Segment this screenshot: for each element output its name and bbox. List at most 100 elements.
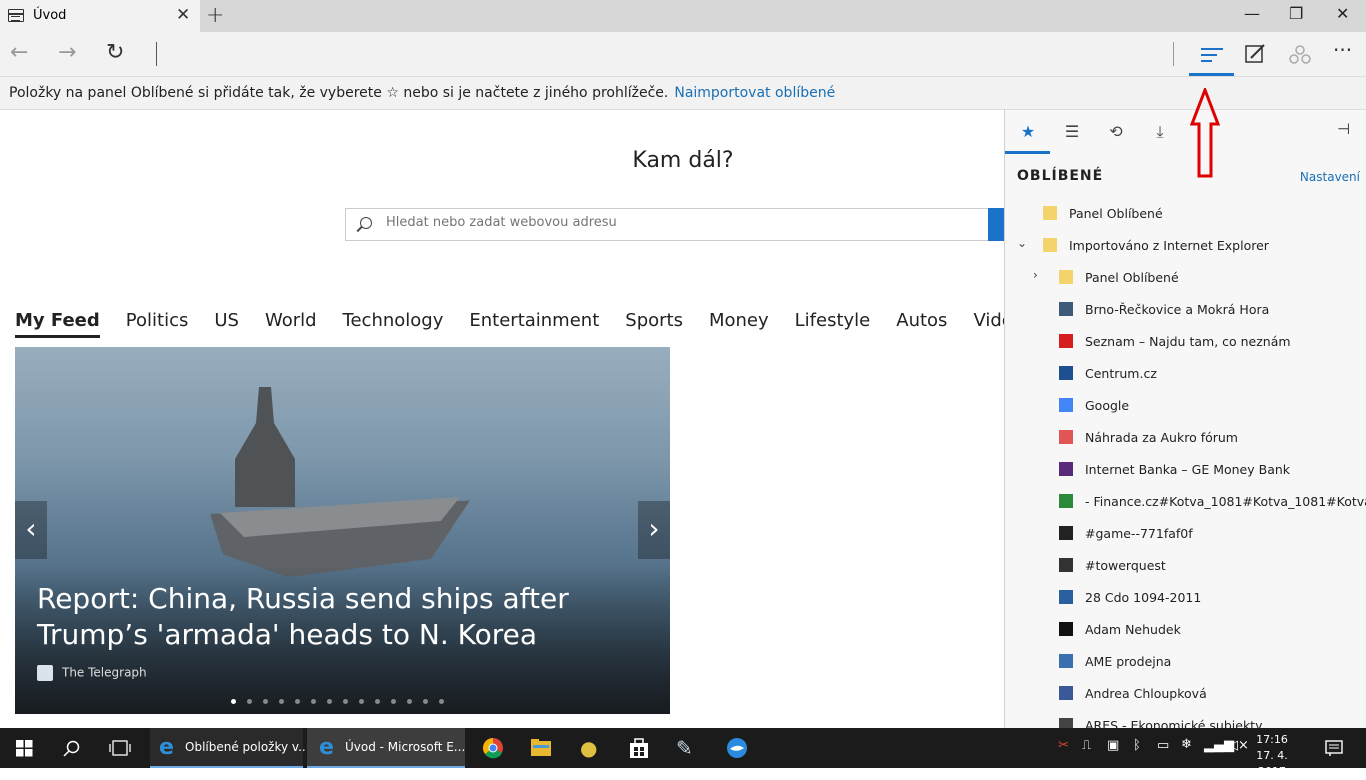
back-button[interactable]: ←	[10, 40, 28, 65]
pin-icon[interactable]: ⊣	[1337, 120, 1350, 138]
carousel-dot[interactable]	[295, 699, 300, 704]
favorite-item[interactable]: ARES - Ekonomické subjekty	[1005, 709, 1366, 728]
favorite-folder[interactable]: Panel Oblíbené	[1005, 197, 1366, 229]
forward-button[interactable]: →	[58, 40, 76, 65]
history-tab-icon[interactable]: ⟲	[1106, 122, 1126, 141]
hero-headline[interactable]: Report: China, Russia send ships after T…	[37, 581, 637, 653]
favicon-icon	[1059, 622, 1073, 636]
carousel-dot[interactable]	[247, 699, 252, 704]
feed-tab-my-feed[interactable]: My Feed	[15, 310, 100, 338]
tray-usb-icon[interactable]: ⎍	[1082, 738, 1091, 778]
reading-list-tab-icon[interactable]: ☰	[1062, 122, 1082, 141]
hub-panel: ★ ☰ ⟲ ⤓ ⊣ OBLÍBENÉ Nastavení Panel Oblíb…	[1004, 110, 1366, 728]
navigation-bar: ← → ↻ ···	[0, 32, 1366, 77]
carousel-dot[interactable]	[375, 699, 380, 704]
clock-date: 17. 4. 2017	[1256, 749, 1288, 778]
carousel-dot[interactable]	[423, 699, 428, 704]
bluetooth-icon[interactable]: ᛒ	[1133, 738, 1141, 778]
carousel-dot[interactable]	[407, 699, 412, 704]
favorites-bar-message: Položky na panel Oblíbené si přidáte tak…	[9, 85, 669, 101]
action-center-icon[interactable]	[1325, 740, 1343, 757]
carousel-dot[interactable]	[311, 699, 316, 704]
favorite-item[interactable]: 28 Cdo 1094-2011	[1005, 581, 1366, 613]
favorite-item[interactable]: #towerquest	[1005, 549, 1366, 581]
minion-app-icon[interactable]: ●	[580, 736, 597, 776]
feed-tab-money[interactable]: Money	[709, 310, 769, 335]
tab-uvod[interactable]: Úvod ✕	[0, 0, 200, 32]
carousel-next-button[interactable]: ›	[638, 501, 670, 559]
feed-tab-sports[interactable]: Sports	[625, 310, 683, 335]
favorite-item[interactable]: Google	[1005, 389, 1366, 421]
carousel-dot[interactable]	[359, 699, 364, 704]
more-button[interactable]: ···	[1333, 38, 1352, 62]
carousel-dot[interactable]	[343, 699, 348, 704]
hub-icon[interactable]	[1201, 48, 1223, 62]
carousel-dot[interactable]	[391, 699, 396, 704]
minimize-button[interactable]: —	[1244, 4, 1260, 23]
favorite-folder[interactable]: › Panel Oblíbené	[1005, 261, 1366, 293]
favicon-icon	[1059, 302, 1073, 316]
favorite-item[interactable]: Andrea Chloupková	[1005, 677, 1366, 709]
carousel-dot[interactable]	[263, 699, 268, 704]
search-taskbar-icon[interactable]	[63, 740, 81, 758]
search-box[interactable]	[345, 208, 1005, 241]
web-note-icon[interactable]	[1244, 43, 1266, 65]
feed-tab-lifestyle[interactable]: Lifestyle	[795, 310, 871, 335]
favorite-item[interactable]: Adam Nehudek	[1005, 613, 1366, 645]
paint-app-icon[interactable]: ✎	[676, 736, 693, 776]
favorite-item[interactable]: Internet Banka – GE Money Bank	[1005, 453, 1366, 485]
feed-tab-politics[interactable]: Politics	[126, 310, 189, 335]
close-window-button[interactable]: ✕	[1336, 4, 1349, 23]
file-explorer-icon[interactable]	[530, 738, 552, 758]
chevron-down-icon[interactable]: ⌄	[1017, 236, 1027, 250]
favorite-item[interactable]: Brno-Řečkovice a Mokrá Hora	[1005, 293, 1366, 325]
carousel-dot[interactable]	[327, 699, 332, 704]
carousel-prev-button[interactable]: ‹	[15, 501, 47, 559]
favorite-item[interactable]: AME prodejna	[1005, 645, 1366, 677]
share-icon[interactable]	[1289, 43, 1311, 65]
volume-mute-icon[interactable]: ◁×	[1228, 738, 1249, 778]
battery-icon[interactable]: ▭	[1157, 738, 1169, 778]
thunderbird-app-icon[interactable]	[726, 737, 748, 759]
favicon-icon	[1059, 654, 1073, 668]
restore-button[interactable]: ❐	[1289, 4, 1303, 23]
favorite-item[interactable]: #game--771faf0f	[1005, 517, 1366, 549]
windows-start-icon[interactable]	[16, 740, 33, 757]
favorite-item[interactable]: - Finance.cz#Kotva_1081#Kotva_1081#Kotva…	[1005, 485, 1366, 517]
feed-tab-us[interactable]: US	[214, 310, 239, 335]
tray-snowflake-icon[interactable]: ❄	[1181, 737, 1192, 777]
tray-network-app-icon[interactable]: ▣	[1107, 738, 1119, 778]
downloads-tab-icon[interactable]: ⤓	[1150, 122, 1170, 142]
feed-tab-video[interactable]: Video	[973, 310, 1005, 335]
new-tab-button[interactable]: +	[206, 3, 224, 28]
store-icon[interactable]	[628, 737, 650, 759]
favorite-label: Andrea Chloupková	[1085, 686, 1207, 701]
carousel-dot[interactable]	[231, 699, 236, 704]
favorite-item[interactable]: Centrum.cz	[1005, 357, 1366, 389]
chrome-icon[interactable]	[482, 737, 504, 759]
taskbar-app-edge[interactable]: e Úvod - Microsoft E...	[307, 728, 465, 768]
feed-tab-technology[interactable]: Technology	[343, 310, 444, 335]
feed-tab-autos[interactable]: Autos	[896, 310, 947, 335]
search-input[interactable]	[386, 215, 986, 230]
hero-carousel[interactable]: ‹ › Report: China, Russia send ships aft…	[15, 347, 670, 714]
favorites-settings-link[interactable]: Nastavení	[1300, 170, 1360, 184]
carousel-dot[interactable]	[279, 699, 284, 704]
import-favorites-link[interactable]: Naimportovat oblíbené	[674, 85, 835, 101]
search-submit-button[interactable]	[988, 208, 1004, 241]
taskbar-app-ie[interactable]: e Oblíbené položky v...	[150, 728, 310, 768]
favorite-item[interactable]: Seznam – Najdu tam, co neznám	[1005, 325, 1366, 357]
favorite-folder[interactable]: ⌄ Importováno z Internet Explorer	[1005, 229, 1366, 261]
clock[interactable]: 17:16 17. 4. 2017	[1248, 732, 1296, 780]
feed-tab-entertainment[interactable]: Entertainment	[469, 310, 599, 335]
task-view-icon[interactable]	[109, 740, 131, 757]
annotation-arrow-icon	[1190, 88, 1220, 178]
tray-app-icon[interactable]: ✂	[1058, 738, 1069, 778]
feed-tab-world[interactable]: World	[265, 310, 317, 335]
refresh-button[interactable]: ↻	[106, 40, 124, 65]
tab-close-icon[interactable]: ✕	[176, 5, 190, 25]
carousel-dot[interactable]	[439, 699, 444, 704]
favorite-item[interactable]: Náhrada za Aukro fórum	[1005, 421, 1366, 453]
chevron-right-icon[interactable]: ›	[1033, 268, 1038, 282]
favorites-tab-star-icon[interactable]: ★	[1018, 122, 1038, 141]
